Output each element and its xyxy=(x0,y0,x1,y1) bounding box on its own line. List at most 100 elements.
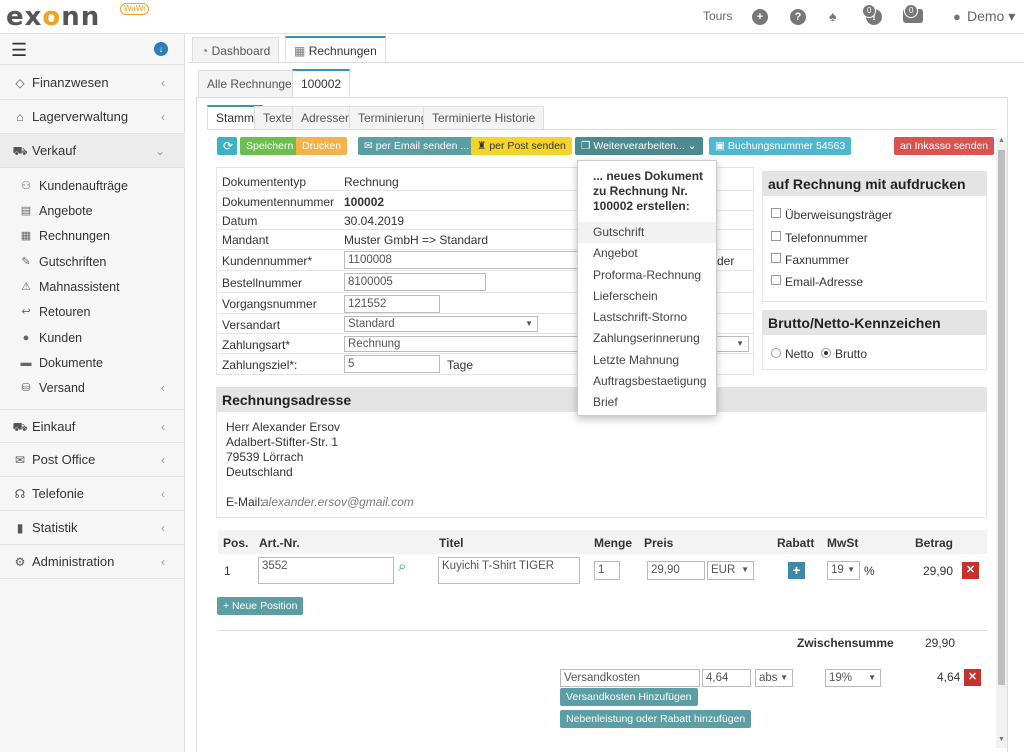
sidebar-item-statistik[interactable]: ▮ Statistik ‹ xyxy=(0,511,185,545)
menu-item-lieferschein[interactable]: Lieferschein xyxy=(578,286,716,307)
mandant-value: Muster GmbH => Standard xyxy=(344,233,489,247)
checkbox-transfer-slip[interactable] xyxy=(771,208,781,218)
shipping-cost-name-input[interactable]: Versandkosten xyxy=(560,669,700,687)
sidebar-sub-mahnassistent[interactable]: ⚠ Mahnassistent xyxy=(0,275,185,300)
sidebar-item-finanzwesen[interactable]: ◇ Finanzwesen ‹ xyxy=(0,66,185,100)
sidebar-sub-retouren[interactable]: ↩ Retouren xyxy=(0,300,185,325)
search-icon[interactable]: ⌕ xyxy=(398,558,406,575)
help-icon[interactable]: ? xyxy=(790,9,806,25)
sidebar-item-administration[interactable]: ⚙ Administration ‹ xyxy=(0,545,185,579)
scrollbar-thumb[interactable] xyxy=(998,150,1005,685)
chevron-left-icon: ‹ xyxy=(161,487,165,501)
currency-select[interactable]: EUR ▼ xyxy=(707,561,754,580)
payment-term-input[interactable]: 5 xyxy=(344,355,440,373)
plus-icon[interactable]: + xyxy=(752,9,768,25)
sidebar-item-verkauf[interactable]: ⛟ Verkauf ⌄ xyxy=(0,134,185,168)
warehouse-icon: ⌂ xyxy=(16,110,24,124)
title-input[interactable]: Kuyichi T-Shirt TIGER xyxy=(438,557,580,584)
payment-label: Zahlungsart* xyxy=(222,338,291,352)
shipping-select[interactable]: Standard ▼ xyxy=(344,316,538,332)
sidebar-sub-gutschriften[interactable]: ✎ Gutschriften xyxy=(0,250,185,275)
price-input[interactable]: 29,90 xyxy=(647,561,705,580)
tours-link[interactable]: Tours xyxy=(703,9,732,23)
sidebar-sub-dokumente[interactable]: ▬ Dokumente xyxy=(0,351,185,376)
customer-number-input[interactable]: 1100008 xyxy=(344,251,578,269)
menu-item-angebot[interactable]: Angebot xyxy=(578,243,716,264)
tab-dashboard[interactable]: ◔ Dashboard xyxy=(192,37,280,62)
tab-terminierte-historie[interactable]: Terminierte Historie xyxy=(423,106,545,129)
tab-label: Terminierung xyxy=(358,111,428,125)
print-button[interactable]: Drucken xyxy=(296,137,348,155)
menu-item-lastschrift-storno[interactable]: Lastschrift-Storno xyxy=(578,307,716,328)
tab-alle-rechnungen[interactable]: Alle Rechnungen xyxy=(198,70,308,97)
scroll-down-icon[interactable]: ▼ xyxy=(998,736,1005,743)
post-send-button[interactable]: ♜ per Post senden xyxy=(471,137,572,155)
sidebar-sub-label: Dokumente xyxy=(39,356,103,370)
people-icon: ⚇ xyxy=(21,180,31,192)
email-link[interactable]: alexander.ersov@gmail.com xyxy=(262,495,414,509)
menu-item-proforma[interactable]: Proforma-Rechnung xyxy=(578,265,716,286)
checkbox-phone[interactable] xyxy=(771,231,781,241)
shipping-type-select[interactable]: abs ▼ xyxy=(755,669,793,687)
return-icon: ↩ xyxy=(21,306,31,318)
scroll-up-icon[interactable]: ▲ xyxy=(998,137,1005,144)
booking-number-button[interactable]: ▣ Buchungsnummer 54563 xyxy=(709,137,852,155)
chevron-left-icon: ‹ xyxy=(161,110,165,124)
menu-item-gutschrift[interactable]: Gutschrift xyxy=(578,222,716,243)
sidebar-sub-versand[interactable]: ⛁ Versand ‹ xyxy=(0,376,185,401)
sidebar-item-label: Telefonie xyxy=(32,486,85,501)
shipping-cost-input[interactable]: 4,64 xyxy=(702,669,751,687)
save-button[interactable]: Speichern xyxy=(240,137,300,155)
add-extra-service-button[interactable]: Nebenleistung oder Rabatt hinzufügen xyxy=(560,710,752,728)
hamburger-icon[interactable]: ☰ xyxy=(11,40,27,61)
menu-item-auftragsbestaetigung[interactable]: Auftragsbestaetigung xyxy=(578,371,716,392)
menu-item-letzte-mahnung[interactable]: Letzte Mahnung xyxy=(578,350,716,371)
inkasso-button[interactable]: an Inkasso senden xyxy=(894,137,995,155)
user-menu[interactable]: Demo ▾ xyxy=(967,8,1015,25)
delete-row-button[interactable]: ✕ xyxy=(962,562,979,579)
checkbox-email[interactable] xyxy=(771,275,781,285)
chevron-left-icon: ‹ xyxy=(160,381,165,395)
bell-icon[interactable]: ♠ xyxy=(829,8,836,24)
radio-brutto[interactable] xyxy=(821,348,831,358)
col-amount: Betrag xyxy=(915,536,954,550)
tab-rechnungen[interactable]: ▦ Rechnungen xyxy=(285,36,386,63)
article-number-input[interactable]: 3552 xyxy=(258,557,394,584)
collapse-icon[interactable]: ↓ xyxy=(154,42,168,56)
shipping-vat-select[interactable]: 19% ▼ xyxy=(825,669,881,687)
subtotal-label: Zwischensumme xyxy=(797,636,894,650)
menu-item-zahlungserinnerung[interactable]: Zahlungserinnerung xyxy=(578,328,716,349)
sidebar-item-telefonie[interactable]: ☊ Telefonie ‹ xyxy=(0,477,185,511)
checkbox-fax[interactable] xyxy=(771,253,781,263)
sidebar-sub-rechnungen[interactable]: ▦ Rechnungen xyxy=(0,224,185,249)
vat-select[interactable]: 19 ▼ xyxy=(827,561,860,580)
add-shipping-button[interactable]: Versandkosten Hinzufügen xyxy=(560,688,698,706)
dropdown-header: ... neues Dokument zu Rechnung Nr. 10000… xyxy=(593,169,704,213)
radio-netto[interactable] xyxy=(771,348,781,358)
cart-icon: ⛟ xyxy=(12,144,28,158)
quantity-input[interactable]: 1 xyxy=(594,561,620,580)
sidebar-item-lagerverwaltung[interactable]: ⌂ Lagerverwaltung ‹ xyxy=(0,100,185,134)
reminder-icon: ⚠ xyxy=(21,281,31,293)
order-number-input[interactable]: 8100005 xyxy=(344,273,486,291)
process-number-input[interactable]: 121552 xyxy=(344,295,440,313)
post-horn-icon: ♜ xyxy=(477,140,487,152)
select-value: 19 xyxy=(831,564,844,576)
email-send-button[interactable]: ✉ per Email senden ... xyxy=(358,137,476,155)
customer-suffix: der xyxy=(717,254,735,268)
sidebar-sub-angebote[interactable]: ▤ Angebote xyxy=(0,199,185,224)
sidebar-sub-kundenauftraege[interactable]: ⚇ Kundenaufträge xyxy=(0,174,185,199)
term-label: Zahlungsziel*: xyxy=(222,358,298,372)
refresh-button[interactable]: ⟳ xyxy=(217,137,237,155)
sidebar-sub-kunden[interactable]: ● Kunden xyxy=(0,326,185,351)
delete-shipping-button[interactable]: ✕ xyxy=(964,669,981,686)
further-process-button[interactable]: ❐ Weiterverarbeiten... ⌄ xyxy=(575,137,703,155)
add-discount-button[interactable]: + xyxy=(788,562,805,579)
diamond-icon: ◇ xyxy=(15,76,25,90)
tab-invoice-100002[interactable]: 100002 xyxy=(292,69,351,97)
new-position-button[interactable]: + Neue Position xyxy=(217,597,304,615)
chevron-down-icon: ⌄ xyxy=(154,144,165,158)
sidebar-item-post-office[interactable]: ✉ Post Office ‹ xyxy=(0,443,185,477)
menu-item-brief[interactable]: Brief xyxy=(578,392,716,413)
sidebar-item-einkauf[interactable]: ⛟ Einkauf ‹ xyxy=(0,409,185,443)
